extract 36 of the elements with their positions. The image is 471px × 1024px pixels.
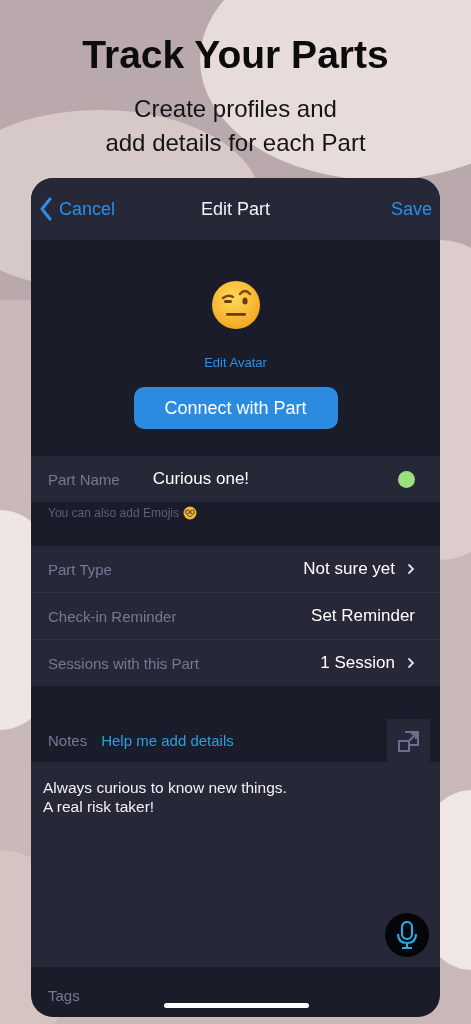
notes-label: Notes (48, 732, 88, 749)
expand-icon (396, 728, 421, 753)
hint-text: You can also add Emojis (48, 506, 179, 520)
help-link[interactable]: Help me add details (101, 732, 373, 749)
row-label: Sessions with this Part (48, 654, 199, 672)
microphone-icon (396, 921, 418, 949)
save-button[interactable]: Save (390, 198, 432, 220)
cancel-button[interactable]: Cancel (39, 197, 116, 221)
row-value: Set Reminder (311, 606, 415, 626)
tags-label: Tags (48, 987, 80, 1004)
chevron-icon (407, 563, 415, 575)
notes-field[interactable]: Always curious to know new things. A real risk taker! (31, 762, 440, 967)
subtitle-line: Create profiles and (133, 94, 338, 124)
screen-title: Edit Part (201, 198, 270, 220)
chevron-icon (407, 657, 415, 669)
expand-button[interactable] (387, 719, 430, 762)
settings-row[interactable]: Part Type Not sure yet (31, 546, 440, 592)
field-label: Part Name (48, 470, 120, 488)
notes-text: Always curious to know new things. (43, 778, 288, 797)
connect-button[interactable]: Connect with Part (133, 387, 338, 429)
back-chevron-icon (39, 197, 53, 221)
headline: Track Your Parts (82, 32, 389, 78)
edit-avatar-link[interactable]: Edit Avatar (204, 355, 267, 370)
row-label: Part Type (48, 560, 112, 578)
subtitle-line: add details for each Part (105, 128, 366, 158)
microphone-button[interactable] (385, 913, 429, 957)
notes-text: A real risk taker! (43, 797, 156, 816)
row-value: Not sure yet (303, 559, 395, 579)
row-value: 1 Session (320, 653, 395, 673)
row-label: Check-in Reminder (48, 607, 177, 625)
part-name-field[interactable]: Curious one! (152, 469, 398, 489)
settings-row[interactable]: Sessions with this Part 1 Session (31, 639, 440, 686)
face-emoji-icon (210, 280, 261, 330)
settings-row[interactable]: Check-in Reminder Set Reminder (31, 592, 440, 639)
color-dot[interactable] (398, 470, 415, 488)
nerd-emoji-icon (183, 506, 197, 520)
